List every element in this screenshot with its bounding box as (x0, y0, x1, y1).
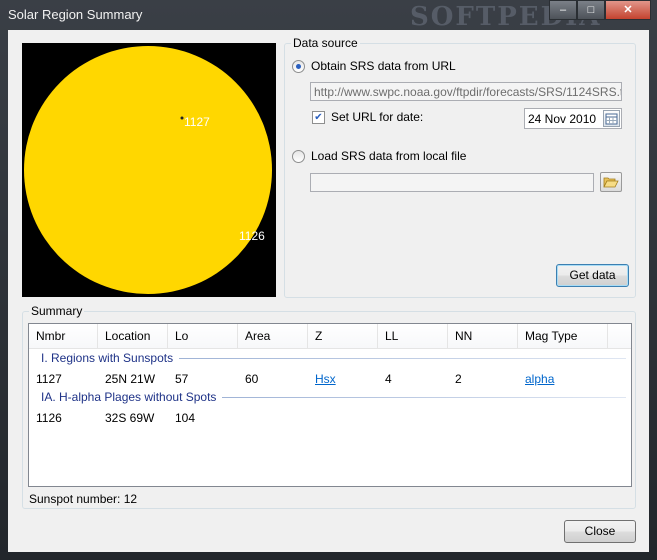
cell-lo: 104 (175, 411, 196, 425)
url-input[interactable]: http://www.swpc.noaa.gov/ftpdir/forecast… (310, 82, 622, 101)
group-separator (222, 397, 626, 398)
local-file-radio-circle[interactable] (292, 149, 305, 163)
local-file-label: Load SRS data from local file (311, 149, 467, 163)
cell-z (308, 409, 378, 427)
title-bar[interactable]: Solar Region Summary SOFTPEDIA – □ ✕ (0, 0, 657, 32)
column-header-location[interactable]: Location (98, 324, 168, 348)
date-picker[interactable]: 24 Nov 2010 (524, 108, 622, 129)
column-header-ll[interactable]: LL (378, 324, 448, 348)
group-header: I. Regions with Sunspots (41, 351, 174, 365)
set-url-checkbox[interactable]: ✔ (312, 110, 325, 124)
cell-area: 60 (245, 372, 259, 386)
cell-nn: 2 (455, 372, 462, 386)
data-source-group-label: Data source (291, 36, 360, 50)
column-header-nn[interactable]: NN (448, 324, 518, 348)
sun-disk (24, 46, 272, 294)
column-header-area[interactable]: Area (238, 324, 308, 348)
group-separator (179, 358, 626, 359)
maximize-button[interactable]: □ (577, 0, 605, 20)
column-header-z[interactable]: Z (308, 324, 378, 348)
region-label-1126: 1126 (239, 229, 265, 243)
sunspot-number-text: Sunspot number: 12 (29, 492, 138, 506)
url-option-radio-circle[interactable] (292, 59, 305, 73)
cell-mag-type (518, 409, 608, 427)
group-header: IA. H-alpha Plages without Spots (41, 390, 217, 404)
cell-z[interactable]: Hsx (308, 370, 378, 388)
local-file-input[interactable] (310, 173, 594, 192)
cell-nmbr: 1127 (36, 372, 62, 386)
close-button[interactable]: Close (564, 520, 636, 543)
sun-image-panel: 1127 1126 (22, 43, 276, 297)
cell-nmbr: 1126 (36, 411, 62, 425)
minimize-button[interactable]: – (549, 0, 577, 20)
browse-button[interactable] (600, 172, 622, 192)
cell-location: 25N 21W (105, 372, 156, 386)
column-header-mag-type[interactable]: Mag Type (518, 324, 608, 348)
summary-list-view[interactable]: Nmbr Location Lo Area Z LL NN Mag Type I. Regio… (28, 323, 632, 487)
set-url-checkbox-row[interactable]: ✔ Set URL for date: (312, 110, 423, 124)
list-header: Nmbr Location Lo Area Z LL NN Mag Type (29, 324, 631, 349)
cell-location: 32S 69W (105, 411, 155, 425)
region-label-1127: 1127 (184, 115, 210, 129)
cell-nn (448, 409, 518, 427)
local-file-radio[interactable]: Load SRS data from local file (292, 149, 466, 163)
date-value: 24 Nov 2010 (528, 112, 597, 126)
folder-open-icon (603, 177, 619, 188)
window-controls: – □ ✕ (549, 0, 651, 20)
table-row[interactable]: 1127 25N 21W 57 60 Hsx 4 2 alpha (29, 370, 631, 388)
set-url-label: Set URL for date: (331, 110, 424, 124)
client-area: 1127 1126 Data source Obtain SRS data fr… (8, 30, 649, 552)
summary-group-label: Summary (29, 304, 85, 318)
get-data-button[interactable]: Get data (556, 264, 629, 287)
app-window: Solar Region Summary SOFTPEDIA – □ ✕ 112… (0, 0, 657, 560)
calendar-button[interactable] (603, 110, 620, 127)
cell-ll (378, 409, 448, 427)
url-option-label: Obtain SRS data from URL (311, 59, 456, 73)
column-header-nmbr[interactable]: Nmbr (29, 324, 98, 348)
cell-ll: 4 (385, 372, 392, 386)
cell-mag-type[interactable]: alpha (518, 370, 608, 388)
calendar-icon (605, 113, 618, 125)
table-row[interactable]: 1126 32S 69W 104 (29, 409, 631, 427)
sun-disk-canvas: 1127 1126 (24, 46, 272, 294)
close-window-button[interactable]: ✕ (605, 0, 651, 20)
url-option-radio[interactable]: Obtain SRS data from URL (292, 59, 456, 73)
column-header-lo[interactable]: Lo (168, 324, 238, 348)
cell-lo: 57 (175, 372, 189, 386)
data-source-group: Data source Obtain SRS data from URL htt… (284, 36, 636, 298)
window-title: Solar Region Summary (8, 7, 143, 22)
cell-area (238, 409, 308, 427)
